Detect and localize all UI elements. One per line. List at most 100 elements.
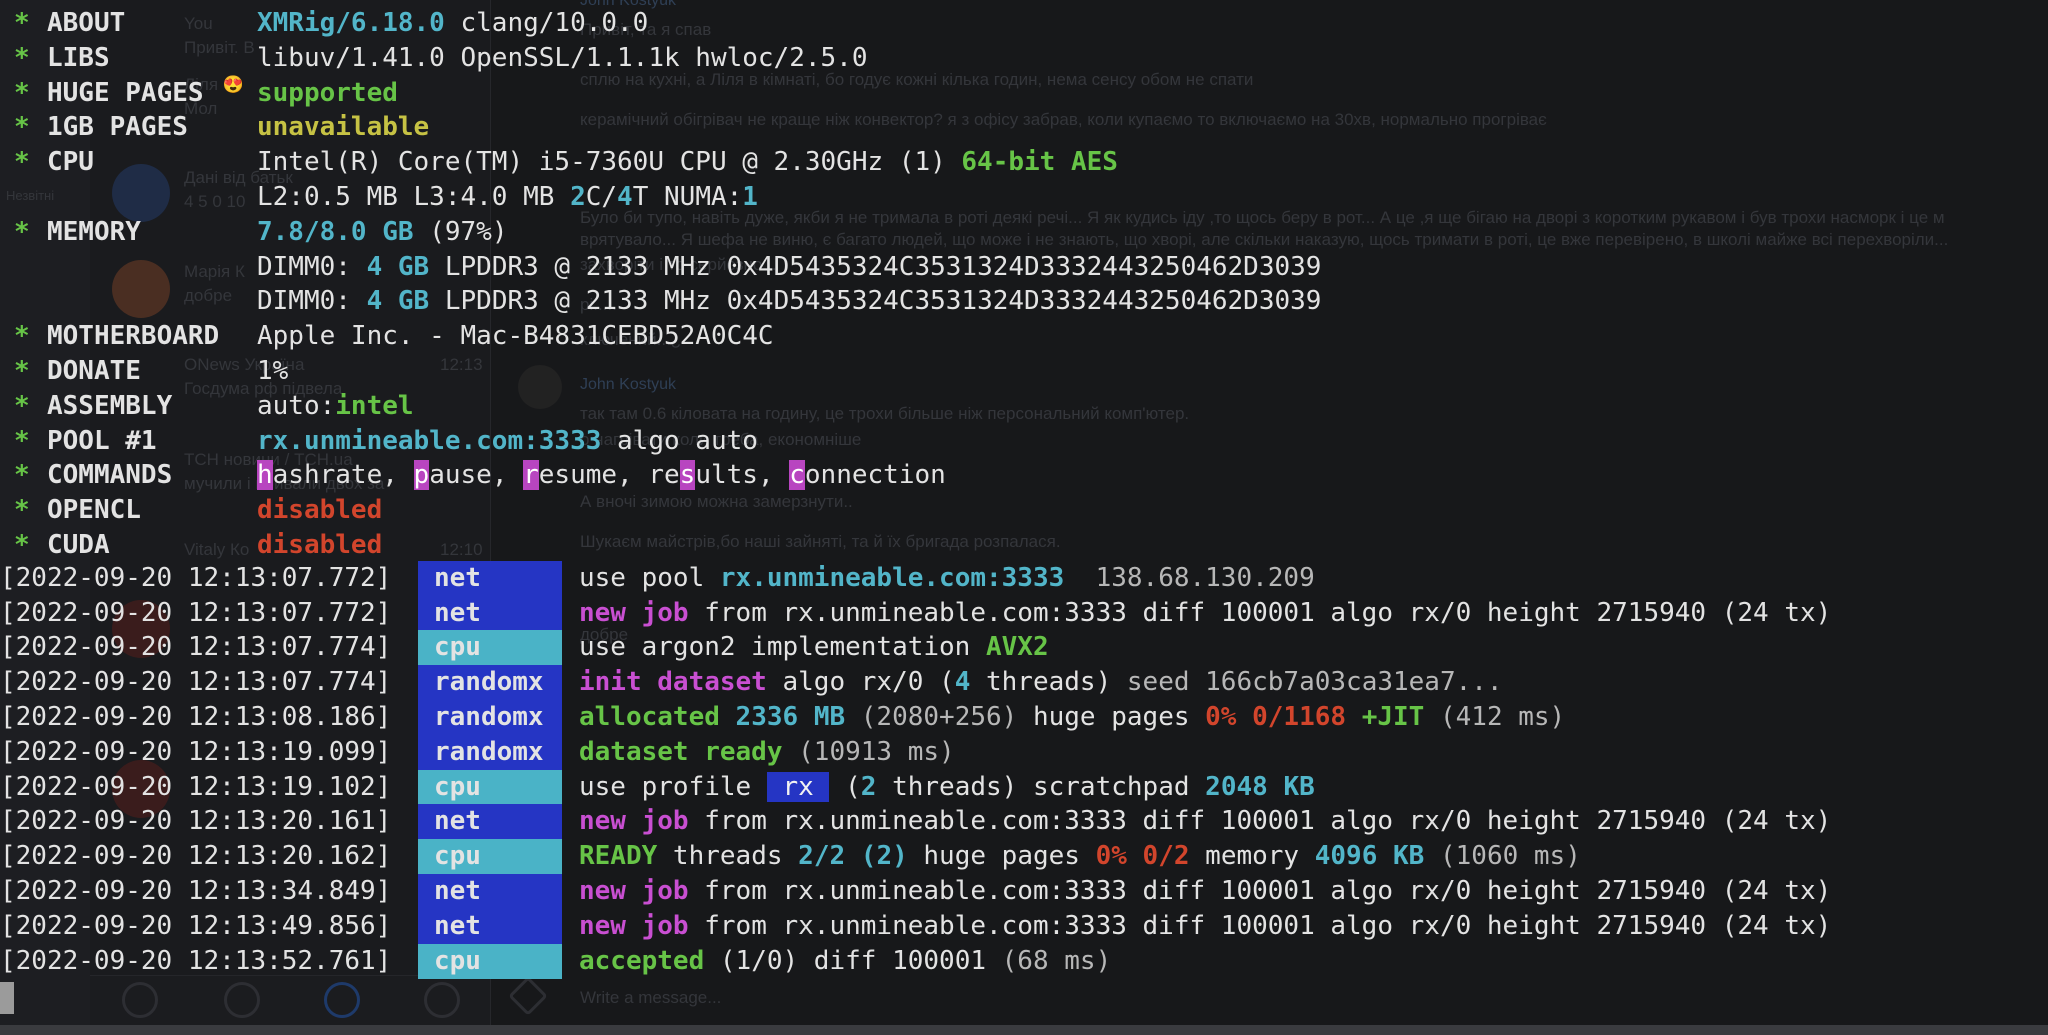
bullet-marker: *	[14, 112, 30, 143]
segment: (24 tx)	[1706, 910, 1832, 941]
segment: intel	[335, 390, 414, 421]
log-message: init dataset algo rx/0 (4 threads) seed …	[579, 665, 1503, 700]
segment: algo rx/0 (	[766, 667, 955, 698]
log-line: [2022-09-20 12:13:34.849] net new job from…	[0, 874, 2048, 909]
segment: 2336 MB	[735, 702, 846, 732]
log-message: new job from rx.unmineable.com:3333 diff…	[579, 909, 1831, 944]
segment: seed 166cb7a03ca31ea7...	[1111, 667, 1503, 698]
log-message: new job from rx.unmineable.com:3333 diff…	[579, 804, 1831, 839]
summary-value: unavailable	[257, 110, 429, 145]
segment: LPDDR3 @ 2133 MHz 0x4D5435324C3531324D33…	[429, 251, 1322, 282]
segment: 2715940	[1596, 876, 1707, 906]
log-message: READY threads 2/2 (2) huge pages 0% 0/2 …	[579, 839, 1581, 874]
segment: 2715940	[1596, 910, 1707, 941]
summary-key: CPU	[47, 147, 94, 178]
log-line: [2022-09-20 12:13:07.774] randomx init dat…	[0, 665, 2048, 701]
summary-value: 7.8/8.0 GB (97%)	[257, 215, 507, 250]
log-timestamp: [2022-09-20 12:13:19.099]	[0, 736, 392, 767]
segment: threads)	[970, 667, 1112, 698]
segment: 0% 0/1168	[1205, 702, 1347, 732]
segment: (1060 ms)	[1424, 841, 1581, 872]
summary-value: Apple Inc. - Mac-B4831CEBD52A0C4C	[257, 319, 774, 354]
segment: allocated	[579, 702, 720, 732]
segment: rx.unmineable.com:3333	[257, 425, 602, 456]
log-timestamp: [2022-09-20 12:13:07.774]	[0, 632, 392, 663]
segment: 4	[954, 667, 971, 698]
segment: (24 tx)	[1706, 597, 1832, 628]
log-message: allocated 2336 MB (2080+256) huge pages …	[579, 700, 1565, 735]
bullet-marker: *	[14, 530, 30, 560]
segment: 1%	[257, 356, 289, 386]
segment: 1	[742, 182, 758, 212]
segment: r	[523, 460, 539, 491]
segment: libuv/1.41.0 OpenSSL/1.1.1k hwloc/2.5.0	[257, 42, 868, 73]
summary-key: CUDA	[47, 530, 110, 560]
log-tag-net: net	[418, 874, 562, 909]
segment: from rx.unmineable.com:3333 diff	[688, 806, 1221, 837]
segment: ashrate,	[272, 460, 414, 491]
summary-value: auto:intel	[257, 389, 414, 424]
segment: C/	[585, 182, 618, 212]
bullet-marker: *	[14, 147, 30, 178]
log-tag-cpu: cpu	[418, 769, 562, 805]
segment: READY	[579, 841, 658, 872]
log-tag-label: randomx	[434, 736, 544, 767]
summary-value: libuv/1.41.0 OpenSSL/1.1.1k hwloc/2.5.0	[257, 41, 867, 76]
segment: rx.unmineable.com:3333	[719, 562, 1080, 593]
segment: clang/10.0.0	[444, 8, 649, 38]
segment	[720, 702, 736, 732]
summary-value: DIMM0: 4 GB LPDDR3 @ 2133 MHz 0x4D543532…	[257, 250, 1321, 285]
segment: (24 tx)	[1706, 876, 1832, 906]
segment: from rx.unmineable.com:3333 diff	[688, 910, 1221, 941]
segment: 100001	[892, 945, 986, 976]
segment: DIMM0:	[257, 286, 367, 317]
segment: 2/2 (2)	[798, 841, 908, 872]
summary-value: XMRig/6.18.0 clang/10.0.0	[257, 6, 648, 41]
summary-key: MOTHERBOARD	[47, 321, 220, 352]
log-tag-randomx: randomx	[418, 734, 562, 770]
segment	[1346, 702, 1362, 732]
segment: 100001	[1220, 876, 1315, 906]
bullet-marker: *	[14, 77, 30, 108]
summary-key: ABOUT	[47, 8, 126, 38]
log-line: [2022-09-20 12:13:19.099] randomx dataset …	[0, 734, 2048, 770]
log-message: accepted (1/0) diff 100001 (68 ms)	[579, 944, 1111, 979]
summary-value: disabled	[257, 493, 382, 528]
log-timestamp: [2022-09-20 12:13:08.186]	[0, 702, 392, 732]
segment: accepted	[579, 945, 705, 976]
terminal[interactable]: * ABOUT XMRig/6.18.0 clang/10.0.0 * LIBS libu…	[0, 0, 2048, 1014]
summary-key: MEMORY	[47, 216, 141, 247]
segment: (1/0) diff	[704, 945, 893, 976]
segment: huge pages	[907, 841, 1096, 872]
log-tag-label: net	[434, 562, 481, 593]
log-tag-label: net	[434, 806, 481, 837]
segment: LPDDR3 @ 2133 MHz 0x4D5435324C3531324D33…	[429, 286, 1322, 317]
segment: from rx.unmineable.com:3333 diff	[688, 597, 1221, 628]
log-line: [2022-09-20 12:13:08.186] randomx allocate…	[0, 700, 2048, 735]
segment: algo auto	[601, 425, 758, 456]
summary-value: supported	[257, 76, 398, 111]
segment: L2:0.5 MB L3:4.0 MB	[257, 182, 571, 212]
segment: ults,	[695, 460, 790, 491]
log-message: dataset ready (10913 ms)	[579, 735, 955, 770]
log-tag-label: cpu	[434, 771, 481, 802]
bottom-scrollbar	[0, 1025, 2048, 1035]
segment: 0% 0/2	[1095, 841, 1190, 872]
segment: auto:	[257, 390, 336, 421]
segment: 100001	[1220, 806, 1315, 837]
segment: (412 ms)	[1424, 702, 1566, 732]
segment: h	[257, 460, 273, 491]
log-timestamp: [2022-09-20 12:13:20.161]	[0, 806, 392, 837]
segment: use profile	[579, 771, 767, 802]
segment: XMRig/6.18.0	[257, 8, 445, 38]
log-tag-label: randomx	[434, 702, 544, 732]
segment: 138.68.130.209	[1079, 562, 1315, 593]
summary-key: DONATE	[47, 356, 141, 386]
segment: (10913 ms)	[782, 736, 955, 767]
segment: Intel(R) Core(TM) i5-7360U CPU @ 2.30GHz…	[257, 147, 962, 178]
bullet-marker: *	[14, 8, 30, 38]
compose-input[interactable]: Write a message...	[580, 988, 721, 1008]
log-timestamp: [2022-09-20 12:13:07.772]	[0, 562, 392, 593]
summary-key: LIBS	[47, 42, 110, 73]
log-tag-label: cpu	[434, 945, 481, 976]
